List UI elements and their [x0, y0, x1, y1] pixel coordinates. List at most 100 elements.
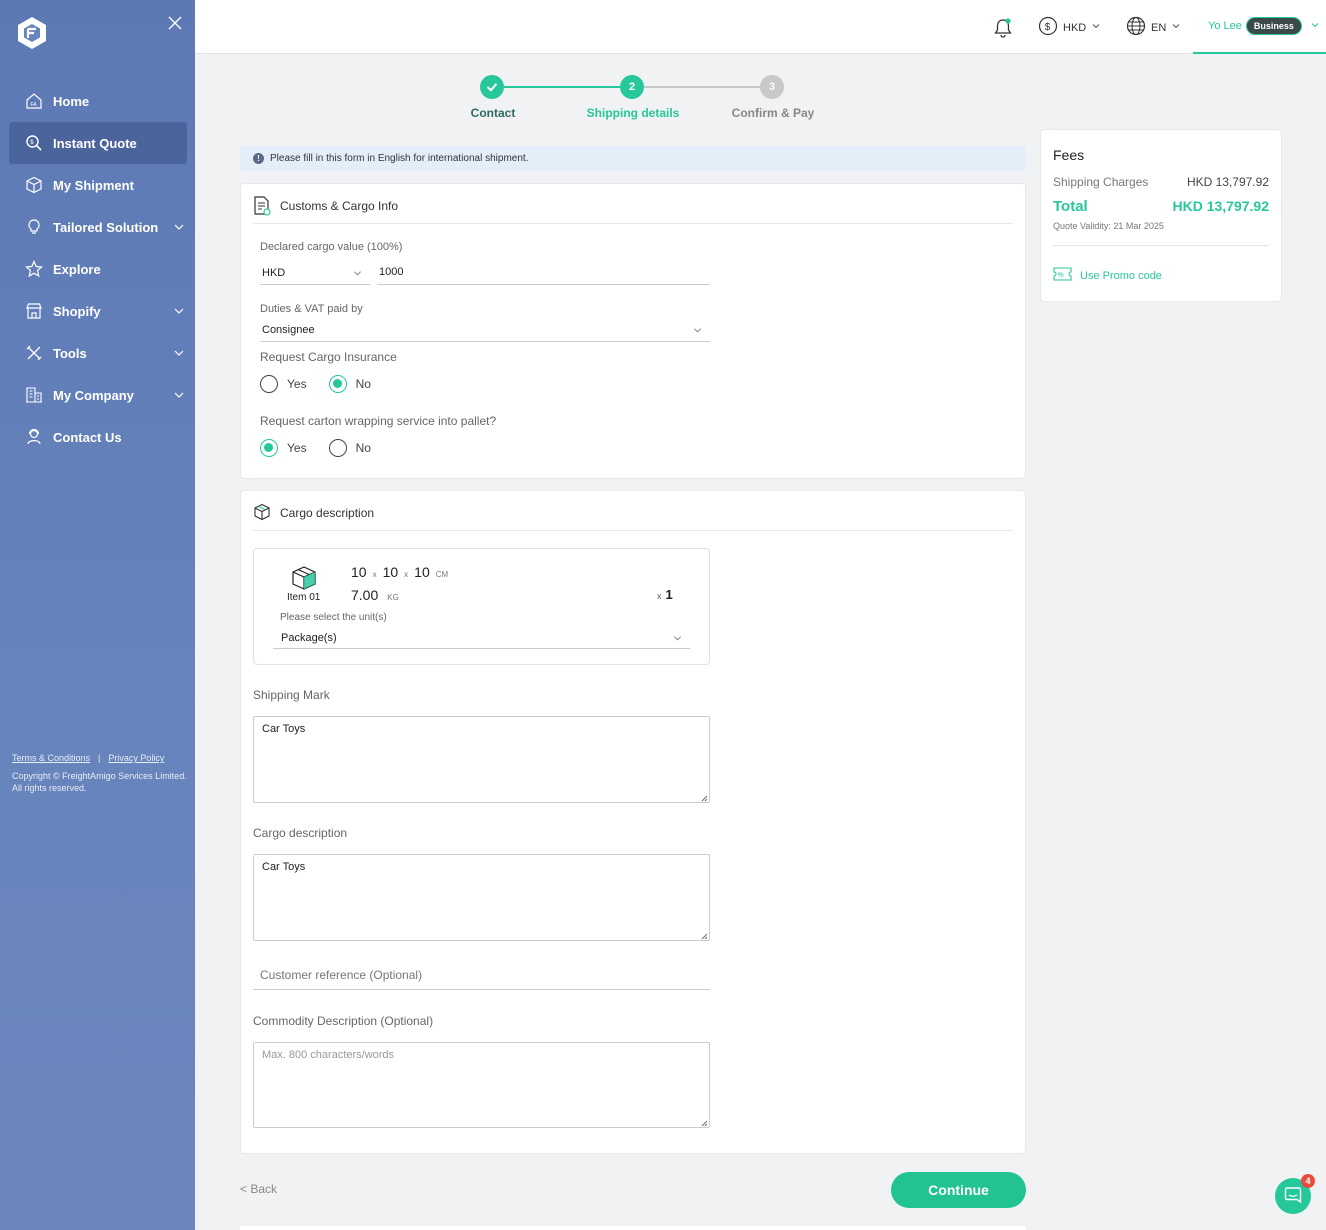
- quote-validity: Quote Validity: 21 Mar 2025: [1053, 221, 1164, 231]
- quantity-prefix: x: [657, 591, 662, 601]
- times-sign: x: [372, 570, 377, 579]
- privacy-link[interactable]: Privacy Policy: [108, 752, 164, 764]
- dimension-unit: CM: [435, 570, 449, 579]
- customs-card-title: Customs & Cargo Info: [280, 199, 399, 213]
- customs-card-header: Customs & Cargo Info: [253, 196, 1013, 224]
- duties-label: Duties & VAT paid by: [260, 303, 363, 315]
- notification-bell-icon[interactable]: [992, 17, 1014, 39]
- radio-circle: [260, 375, 278, 393]
- tools-icon: [24, 343, 44, 363]
- lightbulb-icon: [24, 217, 44, 237]
- sidebar-item-label: Tools: [53, 345, 87, 361]
- unit-select[interactable]: Package(s): [273, 627, 690, 649]
- sidebar-item-label: My Shipment: [53, 177, 134, 193]
- chevron-down-icon: [673, 634, 682, 643]
- sidebar-item-explore[interactable]: Explore: [9, 248, 187, 290]
- sidebar-item-instant-quote[interactable]: $ Instant Quote: [9, 122, 187, 164]
- customer-reference-input[interactable]: Customer reference (Optional): [253, 960, 710, 990]
- chevron-down-icon: [693, 326, 702, 335]
- declared-currency-select[interactable]: HKD: [260, 261, 370, 285]
- language-label: EN: [1151, 21, 1167, 34]
- promo-code-label: Use Promo code: [1080, 269, 1162, 282]
- topbar: $ HKD EN Yo Lee Business: [195, 0, 1326, 54]
- item-quantity: x 1: [657, 587, 673, 602]
- wrapping-yes-radio[interactable]: Yes: [260, 439, 307, 457]
- fees-title: Fees: [1053, 147, 1085, 163]
- svg-text:$: $: [30, 140, 34, 146]
- declared-value-input[interactable]: 1000: [377, 259, 710, 285]
- item-length: 10: [351, 564, 367, 580]
- terms-link[interactable]: Terms & Conditions: [12, 752, 90, 764]
- back-link[interactable]: < Back: [240, 1182, 277, 1196]
- declared-currency-value: HKD: [262, 266, 286, 279]
- svg-text:%: %: [1058, 272, 1064, 279]
- account-type-badge: Business: [1245, 17, 1302, 35]
- copyright-text: Copyright © FreightAmigo Services Limite…: [12, 771, 187, 793]
- resize-handle-icon[interactable]: [700, 1118, 708, 1127]
- commodity-description-textarea[interactable]: Max. 800 characters/words: [253, 1042, 710, 1128]
- item-width: 10: [382, 564, 399, 580]
- sidebar-item-tools[interactable]: Tools: [9, 332, 187, 374]
- commodity-description-label: Commodity Description (Optional): [253, 1014, 434, 1028]
- ticket-icon: %: [1053, 267, 1072, 284]
- resize-handle-icon[interactable]: [700, 793, 708, 802]
- fees-divider: [1053, 245, 1269, 246]
- page-bottom-edge: [240, 1226, 1026, 1230]
- chat-widget-button[interactable]: 4: [1275, 1174, 1315, 1214]
- step-label-shipping-details: Shipping details: [586, 106, 680, 120]
- sidebar: FA Home $ Instant Quote My Shipment Tail…: [0, 0, 195, 1230]
- duties-paid-by-select[interactable]: Consignee: [260, 318, 710, 342]
- cargo-description-text: Car Toys: [262, 861, 306, 873]
- radio-circle-checked: [260, 439, 278, 457]
- sidebar-item-label: Tailored Solution: [53, 219, 159, 235]
- sidebar-item-tailored-solution[interactable]: Tailored Solution: [9, 206, 187, 248]
- wrapping-no-radio[interactable]: No: [328, 439, 371, 457]
- cargo-description-textarea[interactable]: Car Toys: [253, 854, 710, 941]
- sidebar-item-my-company[interactable]: My Company: [9, 374, 187, 416]
- resize-handle-icon[interactable]: [700, 931, 708, 940]
- item-height: 10: [414, 564, 430, 580]
- insurance-radio-group: Yes No: [260, 375, 393, 393]
- sidebar-item-shopify[interactable]: Shopify: [9, 290, 187, 332]
- radio-label: No: [355, 441, 371, 455]
- freightamigo-logo[interactable]: [14, 15, 50, 51]
- total-value: HKD 13,797.92: [1172, 198, 1269, 214]
- item-name: Item 01: [287, 592, 321, 603]
- language-selector[interactable]: EN: [1126, 16, 1181, 39]
- continue-button[interactable]: Continue: [891, 1172, 1026, 1208]
- currency-selector[interactable]: $ HKD: [1038, 16, 1101, 39]
- commodity-placeholder: Max. 800 characters/words: [262, 1049, 395, 1061]
- duties-value: Consignee: [262, 323, 315, 336]
- shipping-mark-text: Car Toys: [262, 723, 306, 735]
- sidebar-item-contact-us[interactable]: Contact Us: [9, 416, 187, 458]
- step-2-number: 2: [620, 75, 644, 99]
- user-menu[interactable]: Yo Lee Business: [1193, 0, 1326, 54]
- sidebar-item-label: Instant Quote: [53, 135, 137, 151]
- info-icon: !: [253, 153, 264, 164]
- chevron-down-icon: [1171, 21, 1181, 34]
- cargo-description-label: Cargo description: [253, 826, 348, 840]
- support-agent-icon: [24, 427, 44, 447]
- progress-stepper: 2 3 Contact Shipping details Confirm & P…: [460, 75, 825, 125]
- chevron-down-icon: [1310, 19, 1320, 33]
- insurance-no-radio[interactable]: No: [328, 375, 371, 393]
- promo-code-link[interactable]: % Use Promo code: [1053, 267, 1162, 284]
- customs-cargo-card: Customs & Cargo Info Declared cargo valu…: [240, 183, 1026, 479]
- radio-label: Yes: [287, 441, 307, 455]
- chevron-down-icon: [173, 347, 185, 359]
- step-label-contact[interactable]: Contact: [471, 106, 516, 120]
- unit-select-label: Please select the unit(s): [280, 612, 387, 623]
- sidebar-item-my-shipment[interactable]: My Shipment: [9, 164, 187, 206]
- chat-unread-badge: 4: [1301, 1174, 1315, 1188]
- sidebar-item-home[interactable]: FA Home: [9, 80, 187, 122]
- close-sidebar-icon[interactable]: [166, 14, 184, 32]
- sidebar-footer: Terms & Conditions | Privacy Policy Copy…: [12, 752, 187, 794]
- shipping-mark-textarea[interactable]: Car Toys: [253, 716, 710, 803]
- cargo-item-box: Item 01 10 x 10 x 10 CM 7.00 KG x 1 Plea…: [253, 548, 710, 665]
- step-connector: [644, 86, 772, 88]
- step-connector: [504, 86, 632, 88]
- notice-text: Please fill in this form in English for …: [270, 153, 529, 164]
- building-icon: [24, 385, 44, 405]
- radio-circle: [328, 439, 347, 457]
- insurance-yes-radio[interactable]: Yes: [260, 375, 307, 393]
